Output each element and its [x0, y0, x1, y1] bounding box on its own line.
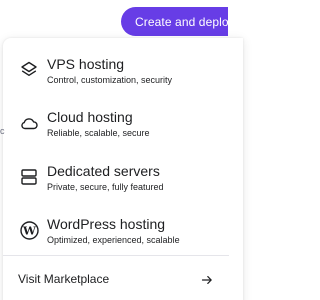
menu-item-description: Optimized, experienced, scalable [47, 235, 180, 245]
menu-item-dedicated-servers[interactable]: Dedicated servers Private, secure, fully… [3, 163, 229, 193]
menu-item-title: VPS hosting [47, 56, 125, 72]
cloud-icon [18, 112, 40, 134]
menu-item-vps-hosting[interactable]: VPS hosting Control, customization, secu… [3, 56, 229, 86]
wordpress-icon: W [18, 219, 40, 241]
page: Create and deploy VPS hosting Control, c… [0, 0, 250, 300]
menu-item-description: Control, customization, security [47, 75, 173, 85]
layers-icon [18, 59, 40, 81]
server-icon [18, 166, 40, 188]
menu-item-title: WordPress hosting [47, 216, 166, 232]
menu-item-title: Dedicated servers [47, 163, 160, 179]
chevron-up-icon [241, 19, 250, 25]
create-and-deploy-label: Create and deploy [135, 14, 235, 29]
menu-item-wordpress-hosting[interactable]: W WordPress hosting Optimized, experienc… [3, 216, 229, 246]
menu-item-description: Reliable, scalable, secure [47, 128, 150, 138]
menu-item-cloud-hosting[interactable]: Cloud hosting Reliable, scalable, secure [3, 109, 229, 139]
arrow-right-icon [201, 273, 213, 285]
edge-glyph: c [0, 126, 5, 136]
svg-text:W: W [22, 223, 37, 237]
visit-marketplace-label: Visit Marketplace [18, 272, 110, 286]
create-and-deploy-button[interactable]: Create and deploy [121, 7, 250, 36]
visit-marketplace-link[interactable]: Visit Marketplace [3, 256, 229, 300]
menu-item-description: Private, secure, fully featured [47, 182, 164, 192]
menu-item-title: Cloud hosting [47, 109, 133, 125]
